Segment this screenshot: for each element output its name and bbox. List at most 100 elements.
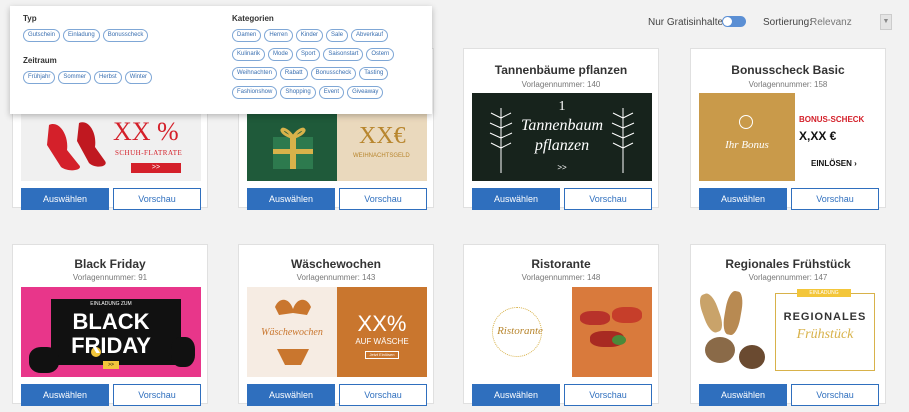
template-number: Vorlagennummer: 140 <box>521 80 601 89</box>
template-preview-image: EINLADUNG ZUM BLACK FRIDAY >> <box>21 287 201 377</box>
filter-chip[interactable]: Herbst <box>94 71 122 84</box>
filter-chip[interactable]: Sale <box>326 29 349 42</box>
template-card[interactable]: Tannenbäume pflanzen Vorlagennummer: 140… <box>463 48 659 210</box>
typ-chips: Gutschein Einladung Bonusscheck <box>23 29 149 42</box>
filter-chip[interactable]: Einladung <box>63 29 100 42</box>
art-arrow: >> <box>557 163 567 172</box>
filter-chip[interactable]: Herren <box>264 29 293 42</box>
art-big-text: XX€ <box>359 123 406 149</box>
preview-button[interactable]: Vorschau <box>113 188 201 210</box>
card-title: Wäschewochen <box>290 257 382 271</box>
art-top: EINLADUNG ZUM <box>90 301 132 307</box>
filter-chip[interactable]: Mode <box>268 48 294 61</box>
toggle-knob <box>723 17 732 26</box>
zeitraum-chips: Frühjahr Sommer Herbst Winter <box>23 71 153 84</box>
preview-button[interactable]: Vorschau <box>564 384 652 406</box>
art-small-text: AUF WÄSCHE <box>355 337 409 346</box>
filter-chip[interactable]: Gutschein <box>23 29 61 42</box>
template-preview-image: XX€ WEIHNACHTSGELD <box>247 109 427 181</box>
select-button[interactable]: Auswählen <box>247 188 335 210</box>
filter-chip[interactable]: Tasting <box>359 67 389 80</box>
chevron-down-icon[interactable]: ▼ <box>880 14 892 30</box>
kategorien-chips: Fashionshow Shopping Event Giveaway <box>232 86 384 99</box>
template-card[interactable]: Ristorante Vorlagennummer: 148 Ristorant… <box>463 244 659 406</box>
gratis-toggle[interactable] <box>722 16 746 27</box>
filter-chip[interactable]: Frühjahr <box>23 71 56 84</box>
select-button[interactable]: Auswählen <box>699 384 787 406</box>
art-big-text: XX % <box>113 117 179 146</box>
template-number: Vorlagennummer: 158 <box>748 80 828 89</box>
art-number: 1 <box>558 99 566 114</box>
select-button[interactable]: Auswählen <box>699 188 787 210</box>
filter-chip[interactable]: Event <box>318 86 345 99</box>
kategorien-heading: Kategorien <box>232 14 274 23</box>
select-button[interactable]: Auswählen <box>21 384 109 406</box>
shoe-icon <box>47 122 106 171</box>
art-script: Wäschewochen <box>261 327 323 338</box>
art-arrow: >> <box>131 163 181 173</box>
select-button[interactable]: Auswählen <box>21 188 109 210</box>
filter-chip[interactable]: Winter <box>124 71 153 84</box>
template-card[interactable]: Wäschewochen Vorlagennummer: 143 Wäschew… <box>238 244 434 406</box>
filter-chip[interactable]: Kinder <box>295 29 324 42</box>
select-button[interactable]: Auswählen <box>247 384 335 406</box>
art-line1: Tannenbaum <box>520 117 604 134</box>
art-script: Ihr Bonus <box>725 139 769 151</box>
art-line2: pflanzen <box>534 137 590 154</box>
preview-button[interactable]: Vorschau <box>339 384 427 406</box>
art-line2: FRIDAY <box>71 333 151 358</box>
card-title: Ristorante <box>531 257 591 271</box>
filter-chip[interactable]: Abverkauf <box>351 29 389 42</box>
preview-button[interactable]: Vorschau <box>339 188 427 210</box>
filter-chip[interactable]: Ostern <box>366 48 395 61</box>
select-button[interactable]: Auswählen <box>472 188 560 210</box>
template-card[interactable]: Black Friday Vorlagennummer: 91 EINLADUN… <box>12 244 208 406</box>
template-number: Vorlagennummer: 147 <box>748 273 828 282</box>
art-big-text: XX% <box>357 311 407 336</box>
filter-chip[interactable]: Sport <box>296 48 321 61</box>
filter-chip[interactable]: Kulinarik <box>232 48 266 61</box>
template-number: Vorlagennummer: 91 <box>72 273 148 282</box>
filter-chip[interactable]: Damen <box>232 29 262 42</box>
card-title: Tannenbäume pflanzen <box>494 63 628 77</box>
card-title: Bonusscheck Basic <box>731 63 845 77</box>
kategorien-chips: Weihnachten Rabatt Bonusscheck Tasting <box>232 67 389 80</box>
art-script: Frühstück <box>796 327 854 342</box>
art-tiny: Jetzt Einlösen <box>365 351 399 359</box>
filter-chip[interactable]: Bonusscheck <box>102 29 149 42</box>
sort-label: Sortierung: <box>763 17 812 28</box>
art-line1: BLACK <box>72 309 150 334</box>
template-preview-image: 1 Tannenbaum pflanzen >> <box>472 93 652 181</box>
preview-button[interactable]: Vorschau <box>113 384 201 406</box>
filter-chip[interactable]: Giveaway <box>347 86 384 99</box>
template-number: Vorlagennummer: 143 <box>296 273 376 282</box>
kategorien-chips: Kulinarik Mode Sport Saisonstart Ostern <box>232 48 395 61</box>
filter-chip[interactable]: Shopping <box>280 86 316 99</box>
art-top: EINLADUNG <box>797 289 851 297</box>
filter-chip[interactable]: Saisonstart <box>323 48 364 61</box>
card-title: Regionales Frühstück <box>725 257 851 271</box>
filter-chip[interactable]: Fashionshow <box>232 86 278 99</box>
template-card[interactable]: Regionales Frühstück Vorlagennummer: 147… <box>690 244 886 406</box>
art-label: BONUS-SCHECK <box>799 115 865 124</box>
zeitraum-heading: Zeitraum <box>23 56 57 65</box>
preview-button[interactable]: Vorschau <box>791 384 879 406</box>
art-redeem: EINLÖSEN › <box>811 159 857 168</box>
typ-heading: Typ <box>23 14 37 23</box>
template-preview-image: XX % SCHUH-FLATRATE >> <box>21 109 201 181</box>
template-card[interactable]: Bonusscheck Basic Vorlagennummer: 158 Ih… <box>690 48 886 210</box>
template-preview-image: Ihr Bonus BONUS-SCHECK X,XX € EINLÖSEN › <box>699 93 879 181</box>
gratis-label: Nur Gratisinhalte: <box>648 17 726 28</box>
sort-select[interactable]: Relevanz <box>810 13 880 31</box>
preview-button[interactable]: Vorschau <box>564 188 652 210</box>
select-button[interactable]: Auswählen <box>472 384 560 406</box>
template-preview-image: EINLADUNG REGIONALES Frühstück <box>699 287 879 377</box>
preview-button[interactable]: Vorschau <box>791 188 879 210</box>
card-title: Black Friday <box>74 257 146 271</box>
filter-chip[interactable]: Rabatt <box>279 67 308 80</box>
filter-chip[interactable]: Weihnachten <box>232 67 277 80</box>
filter-chip[interactable]: Sommer <box>58 71 92 84</box>
filter-chip[interactable]: Bonusscheck <box>310 67 357 80</box>
filter-panel: Typ Gutschein Einladung Bonusscheck Zeitra… <box>10 6 432 114</box>
art-small-text: SCHUH-FLATRATE <box>115 149 183 157</box>
